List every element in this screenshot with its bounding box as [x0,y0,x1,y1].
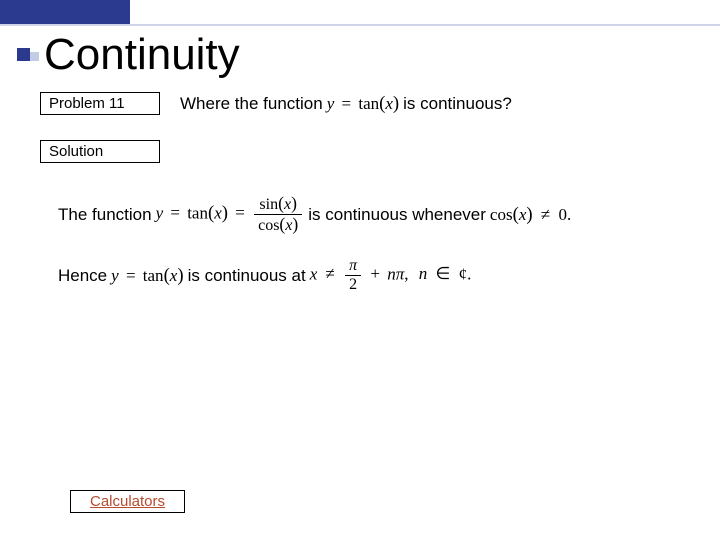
horizontal-rule [0,24,720,26]
l2-cond: x ≠ π 2 + nπ, n ∈ ¢. [310,258,472,293]
calculators-link[interactable]: Calculators [90,493,165,510]
problem-label: Problem 11 [49,95,125,112]
fraction-pi-2: π 2 [345,258,361,293]
solution-label: Solution [49,143,103,160]
l1-mid: is continuous whenever [308,205,486,225]
problem-prompt: Where the function y = tan(x) is continu… [180,93,512,115]
fraction-sin-cos: sin(x) cos(x) [254,195,302,234]
l1-cond: cos(x) ≠ 0. [490,204,571,226]
l2-eq: y = tan(x) [111,265,183,287]
bullet-square-light [30,52,39,61]
problem-label-box: Problem 11 [40,92,160,115]
l2-pre: Hence [58,266,107,286]
prompt-post: is continuous? [403,94,512,114]
bullet-square-dark [17,48,30,61]
page-title: Continuity [44,30,240,80]
calculators-box[interactable]: Calculators [70,490,185,513]
l1-eq: y = tan(x) = sin(x) cos(x) [156,195,305,234]
accent-bar [0,0,130,24]
prompt-pre: Where the function [180,94,323,114]
prompt-equation: y = tan(x) [327,93,399,115]
solution-line-2: Hence y = tan(x) is continuous at x ≠ π … [58,258,471,293]
l1-pre: The function [58,205,152,225]
solution-line-1: The function y = tan(x) = sin(x) cos(x) … [58,195,571,234]
solution-label-box: Solution [40,140,160,163]
l2-mid: is continuous at [188,266,306,286]
